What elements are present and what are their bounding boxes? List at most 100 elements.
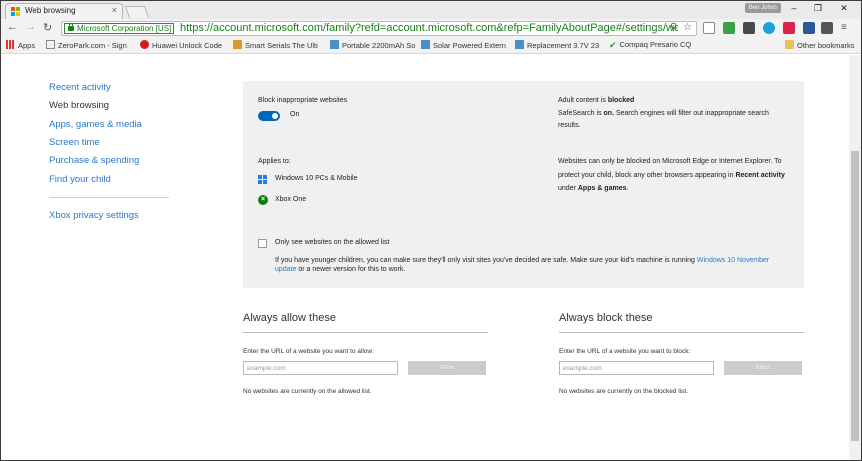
- lock-icon: [68, 23, 74, 31]
- dx-icon: [421, 40, 430, 49]
- sidebar-item-recent-activity[interactable]: Recent activity: [49, 82, 111, 93]
- bookmark-item[interactable]: Replacement 3.7V 23: [515, 40, 603, 50]
- apps-grid-icon: [6, 40, 15, 49]
- scrollbar-thumb[interactable]: [851, 151, 859, 441]
- applies-to-label: Applies to:: [258, 158, 291, 165]
- smart-serials-icon: [233, 40, 242, 49]
- allow-input-label: Enter the URL of a website you want to a…: [243, 348, 374, 355]
- forward-arrow-icon[interactable]: →: [25, 21, 36, 33]
- extension-dark-icon[interactable]: [743, 22, 755, 34]
- tab-web-browsing[interactable]: Web browsing ×: [5, 3, 123, 19]
- adult-content-status: Adult content is blocked: [558, 97, 635, 104]
- allow-url-input[interactable]: example.com: [243, 361, 398, 375]
- menu-icon[interactable]: ≡: [841, 22, 847, 33]
- minimize-button[interactable]: –: [787, 3, 801, 13]
- xbox-logo-icon: ×: [258, 195, 268, 205]
- bookmark-apps[interactable]: Apps: [6, 40, 35, 50]
- sidebar-item-purchase-spending[interactable]: Purchase & spending: [49, 155, 139, 166]
- page-icon: [46, 40, 55, 49]
- pocket-icon[interactable]: [783, 22, 795, 34]
- bookmark-label: ZeroPark.com - Sign: [58, 41, 127, 50]
- block-divider: [559, 332, 804, 333]
- bookmark-label: Solar Powered Extern: [433, 41, 506, 50]
- block-websites-toggle[interactable]: [258, 111, 280, 121]
- safesearch-status-line2: results.: [558, 122, 581, 129]
- allow-empty-note: No websites are currently on the allowed…: [243, 388, 372, 395]
- bookmark-star-icon[interactable]: ☆: [683, 22, 692, 33]
- bookmark-item[interactable]: ZeroPark.com - Sign: [46, 40, 128, 50]
- search-icon[interactable]: ⚲: [670, 22, 677, 33]
- url-text[interactable]: https://account.microsoft.com/family?ref…: [180, 22, 678, 34]
- bookmark-item[interactable]: Smart Serials The Ulti: [233, 40, 325, 50]
- block-empty-note: No websites are currently on the blocked…: [559, 388, 688, 395]
- tab-strip: Web browsing × Ben Johns – ❐ ✕: [1, 1, 861, 19]
- younger-children-note-line2: update or a newer version for this to wo…: [275, 266, 406, 273]
- folder-icon: [785, 40, 794, 49]
- sidebar-item-apps-games-media[interactable]: Apps, games & media: [49, 119, 142, 130]
- page-scrollbar[interactable]: [849, 55, 861, 460]
- secure-label: Microsoft Corporation [US]: [77, 24, 172, 33]
- checkmark-icon: ✔: [609, 40, 617, 49]
- allow-section-title: Always allow these: [243, 312, 336, 324]
- block-input-label: Enter the URL of a website you want to b…: [559, 348, 691, 355]
- windows-update-link-cont[interactable]: update: [275, 266, 296, 273]
- edge-note-line2: protect your child, block any other brow…: [558, 172, 785, 179]
- restore-button[interactable]: ❐: [811, 3, 825, 14]
- sidebar-divider: [49, 197, 169, 198]
- bookmark-label: Huawei Unlock Code: [152, 41, 223, 50]
- close-window-button[interactable]: ✕: [837, 3, 851, 14]
- tab-close-icon[interactable]: ×: [112, 5, 117, 15]
- sidebar-item-screen-time[interactable]: Screen time: [49, 137, 100, 148]
- xbox-privacy-link[interactable]: Xbox privacy settings: [49, 210, 139, 221]
- bookmarks-bar: Apps ZeroPark.com - Sign Huawei Unlock C…: [1, 38, 861, 54]
- toggle-state-label: On: [290, 111, 300, 118]
- reload-icon[interactable]: ↻: [43, 21, 52, 34]
- address-bar[interactable]: Microsoft Corporation [US] https://accou…: [61, 21, 697, 36]
- block-section-title: Always block these: [559, 312, 653, 324]
- page-content: Recent activity Web browsing Apps, games…: [1, 55, 849, 460]
- bookmark-item[interactable]: Huawei Unlock Code: [140, 40, 226, 50]
- edge-note-line3: under Apps & games.: [558, 185, 629, 192]
- skype-icon[interactable]: [763, 22, 775, 34]
- device-windows-label: Windows 10 PCs & Mobile: [275, 175, 358, 182]
- back-arrow-icon[interactable]: ←: [7, 21, 18, 33]
- bookmark-label: Smart Serials The Ulti: [245, 41, 318, 50]
- browser-window: Web browsing × Ben Johns – ❐ ✕ ← → ↻ Mic…: [0, 0, 862, 461]
- other-bookmarks[interactable]: Other bookmarks: [785, 40, 855, 50]
- user-profile-badge[interactable]: Ben Johns: [745, 3, 781, 13]
- dx-icon: [330, 40, 339, 49]
- block-button[interactable]: Block: [724, 361, 802, 375]
- extension-green-icon[interactable]: [723, 22, 735, 34]
- windows-update-link[interactable]: Windows 10 November: [697, 257, 769, 264]
- allowed-list-only-label: Only see websites on the allowed list: [275, 239, 390, 246]
- cast-icon[interactable]: [703, 22, 715, 34]
- safesearch-status: SafeSearch is on. Search engines will fi…: [558, 110, 769, 117]
- device-xbox-label: Xbox One: [275, 196, 307, 203]
- sidebar-item-web-browsing[interactable]: Web browsing: [49, 100, 109, 111]
- allow-button[interactable]: Allow: [408, 361, 486, 375]
- allowed-list-only-checkbox[interactable]: [258, 239, 267, 248]
- bookmark-item[interactable]: ✔ Compaq Presario CQ: [609, 40, 697, 49]
- extension-gray-icon[interactable]: [821, 22, 833, 34]
- bookmark-label: Replacement 3.7V 23: [527, 41, 600, 50]
- sidebar-item-find-your-child[interactable]: Find your child: [49, 174, 111, 185]
- block-url-input[interactable]: example.com: [559, 361, 714, 375]
- secure-connection-badge[interactable]: Microsoft Corporation [US]: [64, 23, 175, 34]
- bookmark-item[interactable]: Solar Powered Extern: [421, 40, 509, 50]
- new-tab-button[interactable]: [124, 6, 150, 18]
- extension-blue-icon[interactable]: [803, 22, 815, 34]
- edge-note-line1: Websites can only be blocked on Microsof…: [558, 158, 782, 165]
- block-websites-label: Block inappropriate websites: [258, 97, 348, 104]
- huawei-icon: [140, 40, 149, 49]
- bookmark-label: Compaq Presario CQ: [619, 40, 692, 49]
- windows-logo-icon: [258, 175, 267, 184]
- tab-title: Web browsing: [25, 6, 76, 15]
- browser-toolbar: ← → ↻ Microsoft Corporation [US] https:/…: [1, 19, 861, 38]
- bookmark-label: Apps: [18, 41, 36, 50]
- bookmark-item[interactable]: Portable 2200mAh So: [330, 40, 416, 50]
- other-bookmarks-label: Other bookmarks: [797, 41, 855, 50]
- dx-icon: [515, 40, 524, 49]
- bookmark-label: Portable 2200mAh So: [342, 41, 416, 50]
- web-filter-panel: Block inappropriate websites On Adult co…: [243, 81, 804, 288]
- allow-divider: [243, 332, 488, 333]
